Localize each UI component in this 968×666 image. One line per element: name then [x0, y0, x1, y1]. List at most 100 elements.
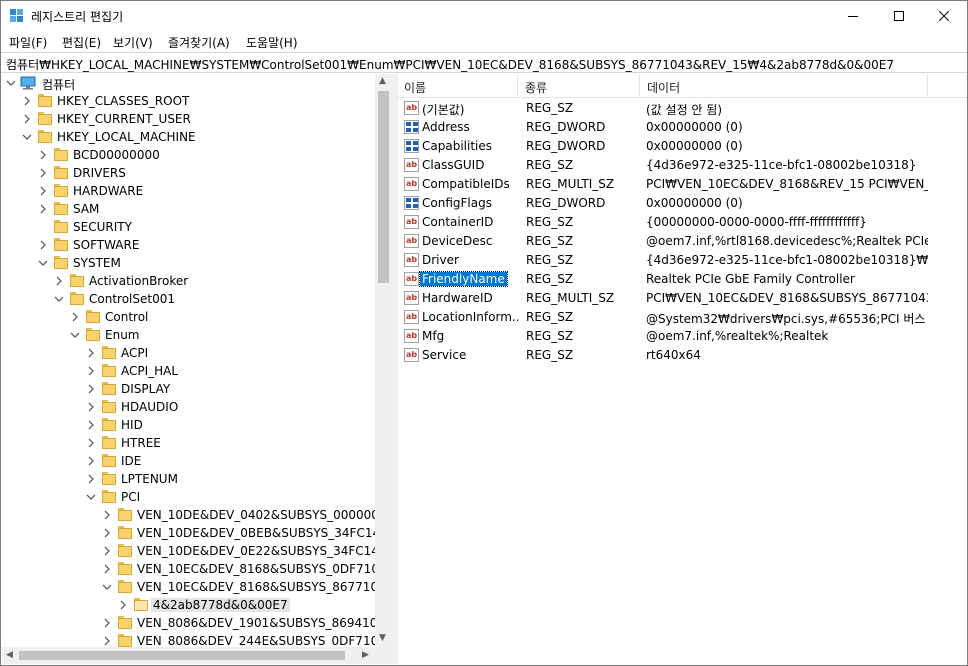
menu-view[interactable]: 보기(V) — [113, 34, 153, 51]
tree-node[interactable]: PCI — [2, 488, 392, 506]
tree-node[interactable]: DISPLAY — [2, 380, 392, 398]
chevron-right-icon[interactable] — [38, 186, 48, 196]
column-header-type[interactable]: 종류 — [519, 74, 640, 98]
chevron-down-icon[interactable] — [102, 582, 112, 592]
chevron-right-icon[interactable] — [54, 276, 64, 286]
string-value-icon: ab — [404, 272, 419, 286]
chevron-right-icon[interactable] — [86, 366, 96, 376]
tree-node[interactable]: HKEY_CLASSES_ROOT — [2, 92, 392, 110]
chevron-down-icon[interactable] — [86, 492, 96, 502]
tree-node[interactable]: ACPI_HAL — [2, 362, 392, 380]
tree-node[interactable]: 4&2ab8778d&0&00E7 — [2, 596, 392, 614]
scroll-down-icon[interactable]: ▼ — [379, 633, 386, 643]
chevron-right-icon[interactable] — [86, 456, 96, 466]
scroll-left-icon[interactable]: ◀ — [6, 650, 13, 660]
value-row[interactable]: ab DeviceDesc REG_SZ @oem7.inf,%rtl8168.dev… — [398, 232, 967, 251]
value-row[interactable]: ab CompatibleIDs REG_MULTI_SZ PCI₩VEN_10EC&… — [398, 175, 967, 194]
value-row[interactable]: ab FriendlyName REG_SZ Realtek PCIe GbE Fam… — [398, 270, 967, 289]
tree-node[interactable]: VEN_10DE&DEV_0E22&SUBSYS_34FC1458 — [2, 542, 392, 560]
tree-node[interactable]: HKEY_LOCAL_MACHINE — [2, 128, 392, 146]
tree-vertical-scrollbar[interactable]: ▲ ▼ — [375, 74, 392, 647]
scroll-right-icon[interactable]: ▶ — [362, 650, 369, 660]
tree-node[interactable]: ActivationBroker — [2, 272, 392, 290]
chevron-right-icon[interactable] — [86, 402, 96, 412]
folder-icon — [54, 202, 68, 215]
chevron-right-icon[interactable] — [118, 600, 128, 610]
chevron-right-icon[interactable] — [102, 618, 112, 628]
chevron-down-icon[interactable] — [22, 132, 32, 142]
tree-horizontal-scrollbar[interactable]: ◀ ▶ — [2, 647, 392, 664]
chevron-right-icon[interactable] — [86, 348, 96, 358]
chevron-down-icon[interactable] — [6, 78, 16, 88]
close-button[interactable] — [921, 1, 967, 31]
value-row[interactable]: ab ClassGUID REG_SZ {4d36e972-e325-11ce-bfc… — [398, 156, 967, 175]
chevron-right-icon[interactable] — [102, 546, 112, 556]
chevron-right-icon[interactable] — [102, 510, 112, 520]
tree-node[interactable]: SOFTWARE — [2, 236, 392, 254]
value-row[interactable]: ab HardwareID REG_MULTI_SZ PCI₩VEN_10EC&DEV… — [398, 289, 967, 308]
tree-node[interactable]: HARDWARE — [2, 182, 392, 200]
tree-node[interactable]: HID — [2, 416, 392, 434]
chevron-right-icon[interactable] — [86, 438, 96, 448]
scroll-up-icon[interactable]: ▲ — [379, 76, 386, 86]
chevron-right-icon[interactable] — [38, 204, 48, 214]
value-row[interactable]: ab Service REG_SZ rt640x64 — [398, 346, 967, 365]
menu-help[interactable]: 도움말(H) — [246, 34, 298, 51]
tree-node[interactable]: SAM — [2, 200, 392, 218]
value-row[interactable]: ab ContainerID REG_SZ {00000000-0000-0000-f… — [398, 213, 967, 232]
folder-icon — [118, 616, 132, 629]
tree-node[interactable]: VEN_8086&DEV_1901&SUBSYS_86941043 — [2, 614, 392, 632]
value-row[interactable]: ab Mfg REG_SZ @oem7.inf,%realtek%;Realtek — [398, 327, 967, 346]
address-bar[interactable]: 컴퓨터₩HKEY_LOCAL_MACHINE₩SYSTEM₩ControlSet… — [1, 52, 967, 73]
chevron-right-icon[interactable] — [86, 384, 96, 394]
chevron-down-icon[interactable] — [54, 294, 64, 304]
tree-node[interactable]: HTREE — [2, 434, 392, 452]
tree-node[interactable]: Control — [2, 308, 392, 326]
tree-node[interactable]: DRIVERS — [2, 164, 392, 182]
chevron-right-icon[interactable] — [38, 168, 48, 178]
menu-favorites[interactable]: 즐겨찾기(A) — [168, 34, 230, 51]
tree-node[interactable]: IDE — [2, 452, 392, 470]
chevron-right-icon[interactable] — [22, 114, 32, 124]
tree-node[interactable]: SYSTEM — [2, 254, 392, 272]
chevron-right-icon[interactable] — [86, 420, 96, 430]
chevron-right-icon[interactable] — [86, 474, 96, 484]
tree-node[interactable]: HKEY_CURRENT_USER — [2, 110, 392, 128]
tree-node[interactable]: VEN_10EC&DEV_8168&SUBSYS_0DF7105E — [2, 560, 392, 578]
menu-file[interactable]: 파일(F) — [9, 34, 47, 51]
tree-node[interactable]: ControlSet001 — [2, 290, 392, 308]
chevron-right-icon[interactable] — [102, 636, 112, 646]
tree-node[interactable]: Enum — [2, 326, 392, 344]
chevron-down-icon[interactable] — [70, 330, 80, 340]
value-row[interactable]: ab LocationInform... REG_SZ @System32₩drive… — [398, 308, 967, 327]
tree-horizontal-scroll-thumb[interactable] — [19, 651, 345, 660]
tree-node[interactable]: LPTENUM — [2, 470, 392, 488]
column-header-name[interactable]: 이름 — [398, 74, 518, 98]
menu-edit[interactable]: 편집(E) — [62, 34, 101, 51]
tree-node[interactable]: VEN_10DE&DEV_0402&SUBSYS_00000000 — [2, 506, 392, 524]
chevron-right-icon[interactable] — [22, 96, 32, 106]
maximize-button[interactable] — [876, 1, 922, 31]
tree-node[interactable]: 컴퓨터 — [2, 74, 392, 92]
value-row[interactable]: Capabilities REG_DWORD 0x00000000 (0) — [398, 137, 967, 156]
tree-node[interactable]: ACPI — [2, 344, 392, 362]
chevron-right-icon[interactable] — [70, 312, 80, 322]
chevron-right-icon[interactable] — [102, 528, 112, 538]
chevron-right-icon[interactable] — [38, 150, 48, 160]
tree-vertical-scroll-thumb[interactable] — [378, 91, 389, 283]
tree-node[interactable]: HDAUDIO — [2, 398, 392, 416]
chevron-right-icon[interactable] — [38, 240, 48, 250]
value-row[interactable]: ConfigFlags REG_DWORD 0x00000000 (0) — [398, 194, 967, 213]
tree-node[interactable]: VEN_10DE&DEV_0BEB&SUBSYS_34FC1458 — [2, 524, 392, 542]
title-bar[interactable]: 레지스트리 편집기 — [1, 1, 967, 31]
tree-node[interactable]: VEN_10EC&DEV_8168&SUBSYS_86771043 — [2, 578, 392, 596]
value-row[interactable]: Address REG_DWORD 0x00000000 (0) — [398, 118, 967, 137]
chevron-down-icon[interactable] — [38, 258, 48, 268]
tree-node[interactable]: BCD00000000 — [2, 146, 392, 164]
value-row[interactable]: ab (기본값) REG_SZ (값 설정 안 됨) — [398, 99, 967, 118]
chevron-right-icon[interactable] — [102, 564, 112, 574]
column-header-data[interactable]: 데이터 — [641, 74, 928, 98]
tree-node[interactable]: SECURITY — [2, 218, 392, 236]
value-row[interactable]: ab Driver REG_SZ {4d36e972-e325-11ce-bfc1-0… — [398, 251, 967, 270]
minimize-button[interactable] — [830, 1, 876, 31]
